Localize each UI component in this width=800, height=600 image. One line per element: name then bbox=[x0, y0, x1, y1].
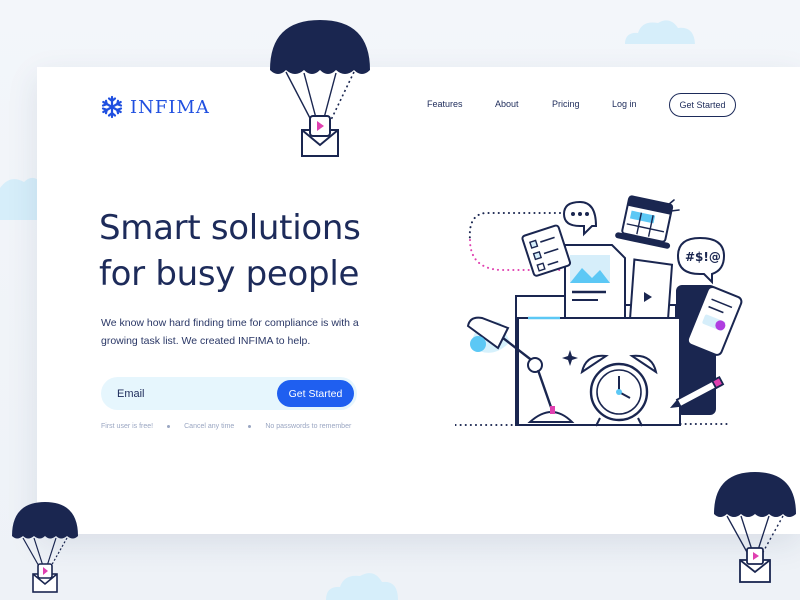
parachute-envelope-icon bbox=[270, 20, 370, 157]
perk-separator bbox=[167, 425, 171, 428]
nav-link-pricing[interactable]: Pricing bbox=[552, 99, 580, 109]
headline-line-1: Smart solutions bbox=[99, 208, 361, 248]
hero-headline: Smart solutions for busy people bbox=[99, 205, 419, 297]
email-input[interactable] bbox=[117, 384, 267, 404]
headline-line-2: for busy people bbox=[99, 254, 360, 294]
nav-get-started-button[interactable]: Get Started bbox=[669, 93, 736, 117]
perk-free-user: First user is free! bbox=[101, 423, 154, 430]
perk-separator bbox=[248, 425, 252, 428]
email-signup-form: Get Started bbox=[101, 377, 357, 410]
perk-no-passwords: No passwords to remember bbox=[265, 423, 352, 430]
hero-subtext: We know how hard finding time for compli… bbox=[101, 314, 381, 350]
perk-cancel: Cancel any time bbox=[184, 423, 235, 430]
parachute-envelope-icon bbox=[12, 502, 78, 593]
checklist-icon bbox=[521, 224, 572, 277]
nav-link-features[interactable]: Features bbox=[427, 99, 463, 109]
subtext-line-2: growing task list. We created INFIMA to … bbox=[101, 335, 311, 347]
subtext-line-1: We know how hard finding time for compli… bbox=[101, 317, 359, 329]
perks-list: First user is free! Cancel any time No p… bbox=[101, 423, 351, 430]
symbol-chat-bubble-icon: #$!@ bbox=[676, 236, 726, 285]
hero-get-started-button[interactable]: Get Started bbox=[277, 380, 354, 407]
parachute-envelope-icon bbox=[714, 472, 796, 583]
hero-illustration: #$!@ bbox=[455, 195, 743, 427]
nav-link-login[interactable]: Log in bbox=[612, 99, 637, 109]
calendar-icon bbox=[615, 195, 674, 249]
svg-text:#$!@: #$!@ bbox=[685, 250, 721, 264]
nav-link-about[interactable]: About bbox=[495, 99, 519, 109]
chat-bubble-icon bbox=[562, 200, 598, 237]
cloud-top-right bbox=[625, 20, 695, 44]
cloud-bottom bbox=[326, 573, 398, 600]
